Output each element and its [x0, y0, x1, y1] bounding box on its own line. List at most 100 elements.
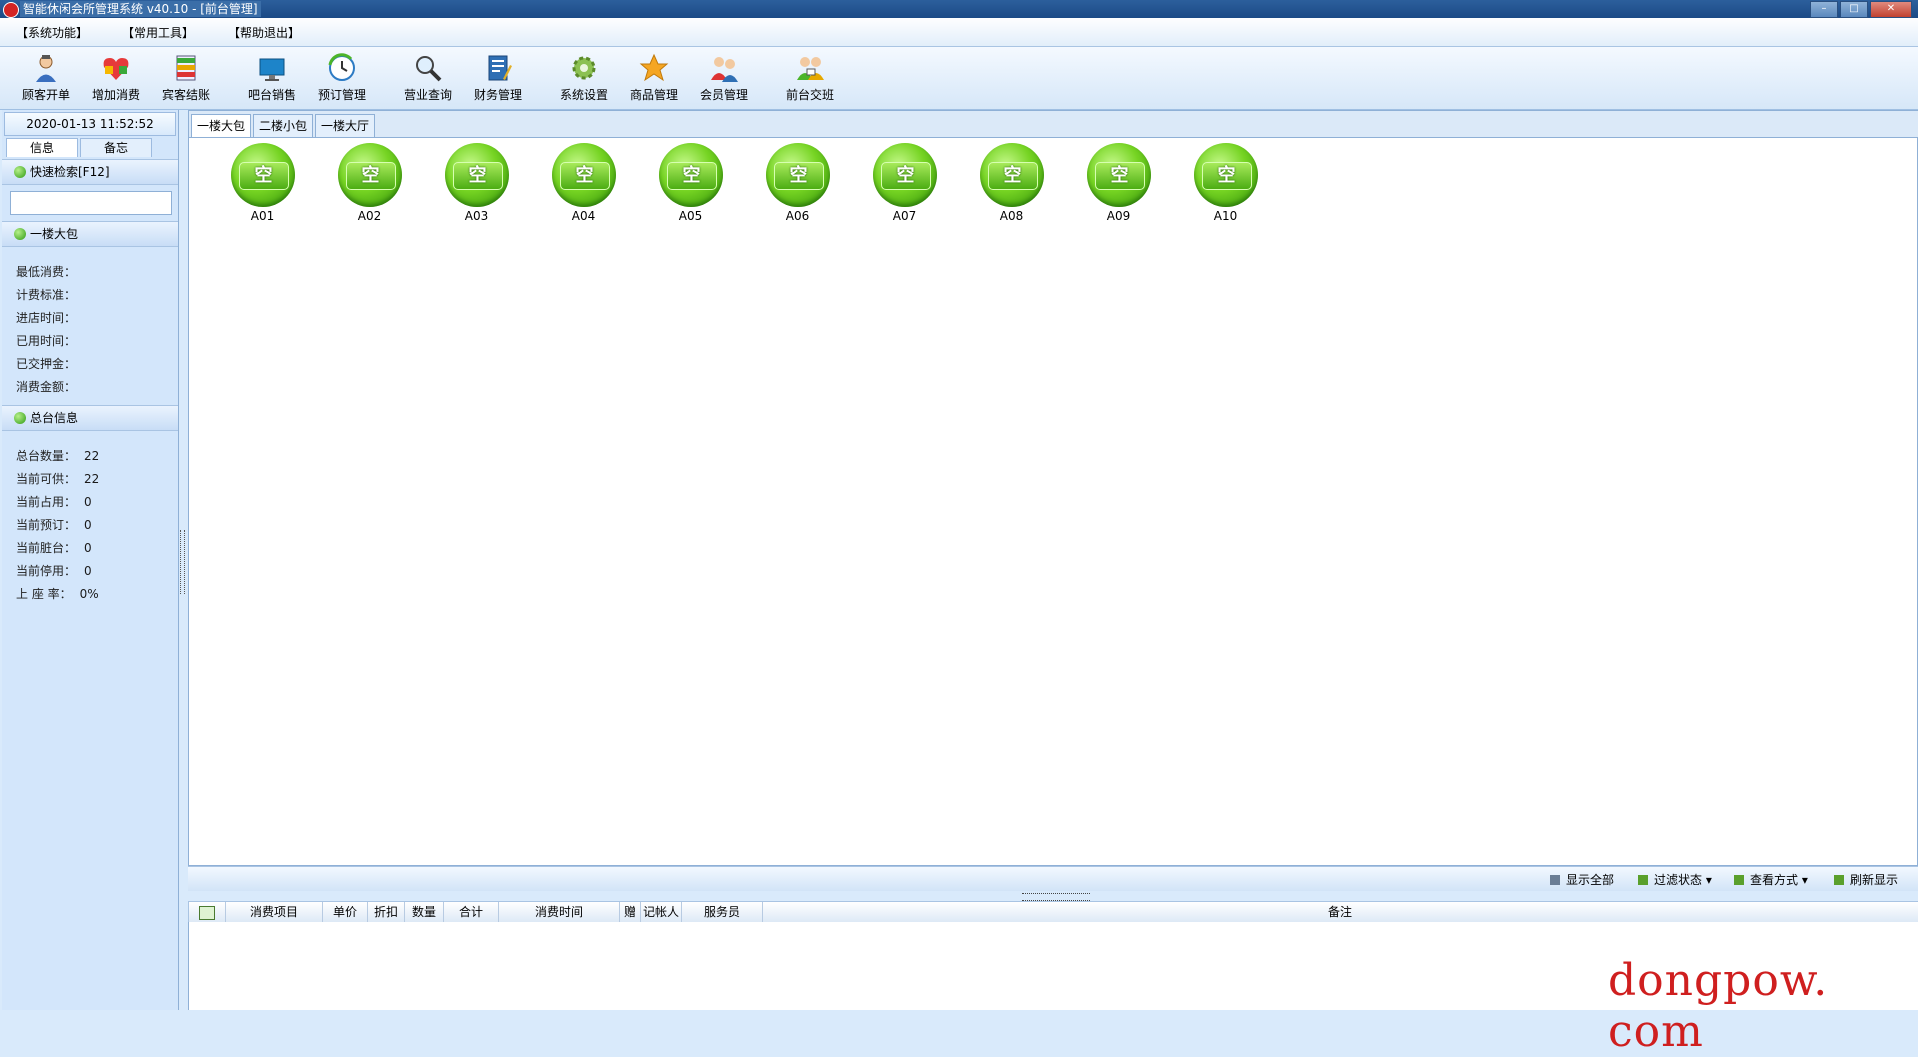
area-info-header: 一楼大包: [2, 221, 178, 247]
menu-bar: 【系统功能】 【常用工具】 【帮助退出】: [0, 18, 1918, 47]
col-discount[interactable]: 折扣: [368, 902, 405, 922]
room-tile[interactable]: 空 A06: [744, 143, 851, 223]
col-consumption-time[interactable]: 消费时间: [499, 902, 620, 922]
tab-info[interactable]: 信息: [6, 138, 78, 157]
room-status-icon: 空: [979, 143, 1044, 207]
bar-sales-icon: [259, 58, 285, 81]
room-tile[interactable]: 空 A10: [1172, 143, 1279, 223]
summary-stats: 总台数量： 22 当前可供： 22 当前占用： 0 当前预订： 0 当前脏台： 0 当前停…: [2, 431, 178, 612]
add-consumption-button[interactable]: 增加消费: [84, 51, 148, 107]
excel-icon: [199, 905, 215, 920]
checkout-icon: [176, 55, 196, 81]
maximize-button[interactable]: □: [1840, 1, 1868, 18]
tab-floor2-small[interactable]: 二楼小包: [253, 114, 314, 137]
room-status-icon: 空: [337, 143, 402, 207]
quick-search-input[interactable]: [10, 191, 172, 215]
tab-memo[interactable]: 备忘: [80, 138, 152, 157]
col-recorder[interactable]: 记帐人: [641, 902, 682, 922]
room-tile[interactable]: 空 A01: [209, 143, 316, 223]
room-label: A08: [999, 209, 1024, 223]
col-gift[interactable]: 赠: [620, 902, 641, 922]
consumption-grid-header: 消费项目 单价 折扣 数量 合计 消费时间 赠 记帐人 服务员 备注: [188, 901, 1918, 923]
tab-floor1-hall[interactable]: 一楼大厅: [315, 114, 376, 137]
room-status-icon: 空: [1086, 143, 1151, 207]
menu-common-tools[interactable]: 【常用工具】: [122, 24, 194, 41]
export-excel-cell[interactable]: [189, 902, 226, 922]
deposit-paid-label: 已交押金：: [16, 357, 77, 371]
checkout-button[interactable]: 宾客结账: [154, 51, 218, 107]
stat-reserved: 当前预订： 0: [16, 518, 92, 532]
menu-system-functions[interactable]: 【系统功能】: [16, 24, 88, 41]
room-tile[interactable]: 空 A07: [851, 143, 958, 223]
add-consumption-icon: [103, 58, 129, 80]
floor-tabs: 一楼大包 二楼小包 一楼大厅: [189, 111, 1918, 138]
handover-icon: [797, 57, 824, 80]
goods-management-button[interactable]: 商品管理: [622, 51, 686, 107]
panel-splitter-handle[interactable]: [1022, 893, 1090, 901]
billing-standard-label: 计费标准：: [16, 288, 77, 302]
close-button[interactable]: ✕: [1870, 1, 1912, 18]
current-datetime: 2020-01-13 11:52:52: [4, 112, 176, 136]
room-status-icon: 空: [872, 143, 937, 207]
stat-occupancy-rate: 上 座 率： 0%: [16, 587, 99, 601]
room-label: A09: [1106, 209, 1131, 223]
reservation-button[interactable]: 预订管理: [310, 51, 374, 107]
member-management-button[interactable]: 会员管理: [692, 51, 756, 107]
col-waiter[interactable]: 服务员: [682, 902, 763, 922]
room-panel: 一楼大包 二楼小包 一楼大厅 空 A01 空 A02 空 A03 空 A04 空 A05 …: [188, 110, 1918, 866]
show-all-button[interactable]: 显示全部: [1550, 871, 1614, 888]
green-dot-icon: [14, 166, 26, 178]
view-icon: [1734, 875, 1744, 885]
col-unit-price[interactable]: 单价: [323, 902, 368, 922]
check-in-time-label: 进店时间：: [16, 311, 77, 325]
menu-help-exit[interactable]: 【帮助退出】: [228, 24, 300, 41]
customer-icon: [36, 55, 56, 82]
title-bar: 智能休闲会所管理系统 v40.10 - [前台管理] – □ ✕: [0, 0, 1918, 18]
room-label: A01: [250, 209, 275, 223]
stat-total-tables: 总台数量： 22: [16, 449, 100, 463]
shift-handover-button[interactable]: 前台交班: [778, 51, 842, 107]
room-tile[interactable]: 空 A04: [530, 143, 637, 223]
room-grid: 空 A01 空 A02 空 A03 空 A04 空 A05 空 A06 空 A07 空 A08 …: [209, 143, 1279, 223]
finance-button[interactable]: 财务管理: [466, 51, 530, 107]
room-status-icon: 空: [765, 143, 830, 207]
search-icon: [416, 56, 442, 82]
col-quantity[interactable]: 数量: [405, 902, 444, 922]
green-dot-icon: [14, 412, 26, 424]
tab-floor1-large[interactable]: 一楼大包: [191, 114, 252, 137]
col-total[interactable]: 合计: [444, 902, 499, 922]
finance-icon: [488, 55, 512, 81]
room-label: A04: [571, 209, 596, 223]
watermark-text: dongpow. com: [1608, 955, 1829, 1057]
minimize-button[interactable]: –: [1810, 1, 1838, 18]
app-logo-icon: [3, 2, 19, 18]
room-status-icon: 空: [444, 143, 509, 207]
green-dot-icon: [14, 228, 26, 240]
bar-sales-button[interactable]: 吧台销售: [240, 51, 304, 107]
room-label: A07: [892, 209, 917, 223]
room-tile[interactable]: 空 A02: [316, 143, 423, 223]
room-tile[interactable]: 空 A03: [423, 143, 530, 223]
customer-order-button[interactable]: 顾客开单: [14, 51, 78, 107]
col-remarks[interactable]: 备注: [763, 902, 1917, 922]
room-tile[interactable]: 空 A08: [958, 143, 1065, 223]
sidebar-splitter-handle[interactable]: [180, 530, 185, 594]
system-settings-button[interactable]: 系统设置: [552, 51, 616, 107]
room-status-icon: 空: [658, 143, 723, 207]
col-item[interactable]: 消费项目: [226, 902, 323, 922]
room-tile[interactable]: 空 A09: [1065, 143, 1172, 223]
stat-dirty: 当前脏台： 0: [16, 541, 92, 555]
view-mode-dropdown[interactable]: 查看方式 ▾: [1734, 871, 1808, 888]
filter-status-dropdown[interactable]: 过滤状态 ▾: [1638, 871, 1712, 888]
room-label: A02: [357, 209, 382, 223]
area-title: 一楼大包: [30, 227, 79, 241]
room-tile[interactable]: 空 A05: [637, 143, 744, 223]
room-status-icon: 空: [551, 143, 616, 207]
business-query-button[interactable]: 营业查询: [396, 51, 460, 107]
room-label: A03: [464, 209, 489, 223]
quick-search-header: 快速检索[F12]: [2, 159, 178, 185]
reservation-icon: [328, 53, 355, 81]
refresh-button[interactable]: 刷新显示: [1834, 871, 1898, 888]
left-sidebar: 2020-01-13 11:52:52 信息 备忘 快速检索[F12] 一楼大包…: [2, 110, 179, 1010]
window-controls: – □ ✕: [1810, 1, 1912, 18]
